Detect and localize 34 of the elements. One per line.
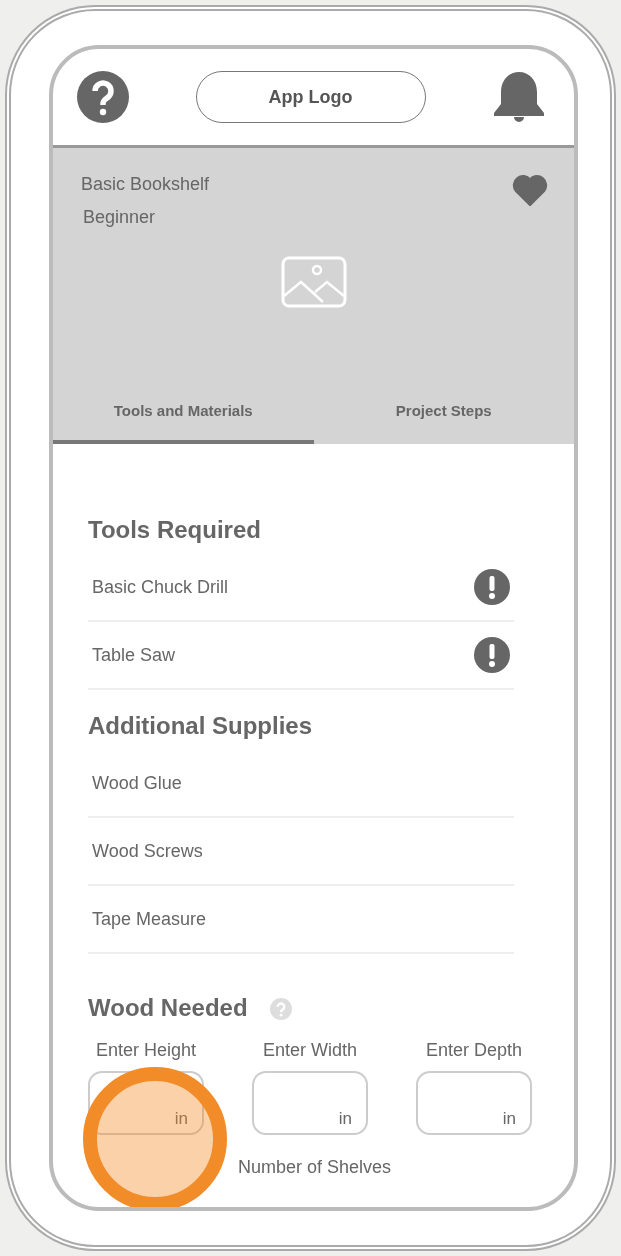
bell-icon[interactable] — [492, 70, 546, 124]
input-field[interactable]: in — [252, 1071, 368, 1135]
field-label: Enter Width — [262, 1040, 357, 1061]
field-label: Enter Height — [95, 1040, 197, 1061]
input-field[interactable]: in — [88, 1071, 204, 1135]
item-name: Wood Screws — [92, 840, 203, 862]
list-row[interactable]: Wood Glue — [88, 750, 514, 818]
list-row[interactable]: Tape Measure — [88, 886, 514, 954]
heart-icon[interactable] — [512, 174, 548, 206]
project-title: Basic Bookshelf — [81, 174, 210, 195]
field-label: Number of Shelves — [238, 1157, 393, 1178]
warning-icon[interactable] — [474, 569, 510, 605]
list-row[interactable]: Table Saw — [88, 622, 514, 690]
section-heading: Tools Required — [88, 516, 261, 544]
unit-label: in — [338, 1109, 352, 1129]
list-row[interactable]: Wood Screws — [88, 818, 514, 886]
unit-label: in — [502, 1109, 516, 1129]
tab[interactable]: Project Steps — [313, 380, 574, 444]
item-name: Wood Glue — [92, 772, 182, 794]
project-level: Beginner — [83, 207, 157, 228]
item-name: Tape Measure — [92, 908, 207, 930]
unit-label: in — [174, 1109, 188, 1129]
help-icon[interactable] — [77, 71, 129, 123]
image-placeholder-icon — [280, 256, 347, 308]
section-heading: Additional Supplies — [88, 712, 312, 740]
warning-icon[interactable] — [474, 637, 510, 673]
item-name: Table Saw — [92, 644, 176, 666]
app-logo[interactable]: App Logo — [195, 71, 426, 123]
list-row[interactable]: Basic Chuck Drill — [88, 554, 514, 622]
field-label: Enter Depth — [425, 1040, 523, 1061]
tab[interactable]: Tools and Materials — [53, 380, 314, 444]
section-heading: Wood Needed — [88, 994, 248, 1022]
item-name: Basic Chuck Drill — [92, 576, 229, 598]
input-field[interactable]: in — [416, 1071, 532, 1135]
